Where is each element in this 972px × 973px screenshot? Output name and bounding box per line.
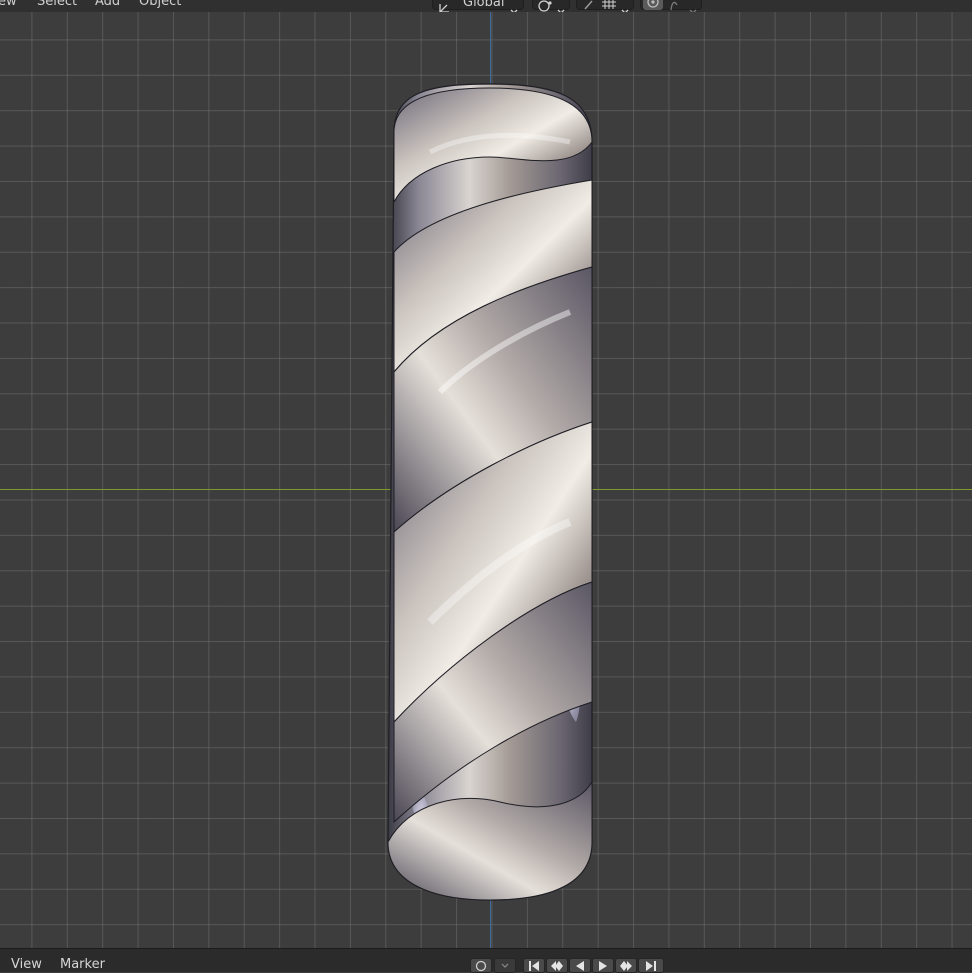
proportional-editing-group[interactable] (640, 0, 702, 12)
pivot-point-dropdown[interactable] (532, 0, 570, 12)
timeline-menu-marker[interactable]: Marker (60, 957, 105, 972)
snap-increment-icon (601, 0, 617, 12)
chevron-down-icon (621, 0, 629, 12)
falloff-curve-icon (669, 0, 685, 12)
next-keyframe-button[interactable] (615, 958, 637, 973)
keying-options-dropdown[interactable] (494, 958, 516, 973)
timeline-header: View Marker (0, 948, 972, 973)
chevron-down-icon (557, 0, 565, 12)
snap-magnet-icon (583, 0, 595, 12)
3d-viewport[interactable] (0, 12, 972, 948)
record-icon (475, 960, 487, 971)
viewport-header: ew Select Add Object Global (0, 0, 972, 12)
play-reverse-button[interactable] (569, 958, 591, 973)
proportional-editing-icon[interactable] (643, 0, 663, 10)
menu-view[interactable]: ew (0, 0, 17, 9)
next-keyframe-icon (620, 960, 632, 971)
chevron-down-icon (501, 963, 509, 968)
snap-dropdown[interactable] (576, 0, 634, 12)
jump-start-icon (529, 960, 539, 971)
orientation-label: Global (463, 0, 505, 10)
menu-add[interactable]: Add (95, 0, 120, 9)
play-button[interactable] (592, 958, 614, 973)
jump-start-button[interactable] (523, 958, 545, 973)
play-icon (599, 960, 607, 971)
transform-orientation-dropdown[interactable]: Global (432, 0, 524, 12)
prev-keyframe-icon (551, 960, 563, 971)
chevron-down-icon (510, 0, 518, 12)
auto-keying-button[interactable] (470, 958, 492, 973)
menu-object[interactable]: Object (139, 0, 181, 9)
prev-keyframe-button[interactable] (546, 958, 568, 973)
chevron-down-icon (689, 0, 697, 12)
menu-select[interactable]: Select (37, 0, 77, 9)
jump-end-icon (646, 960, 656, 971)
jump-end-button[interactable] (638, 958, 664, 973)
twisted-tube-mesh[interactable] (370, 62, 610, 922)
orientation-icon (439, 0, 449, 12)
pivot-icon (537, 0, 553, 12)
play-reverse-icon (576, 960, 584, 971)
timeline-menu-view[interactable]: View (11, 957, 42, 972)
